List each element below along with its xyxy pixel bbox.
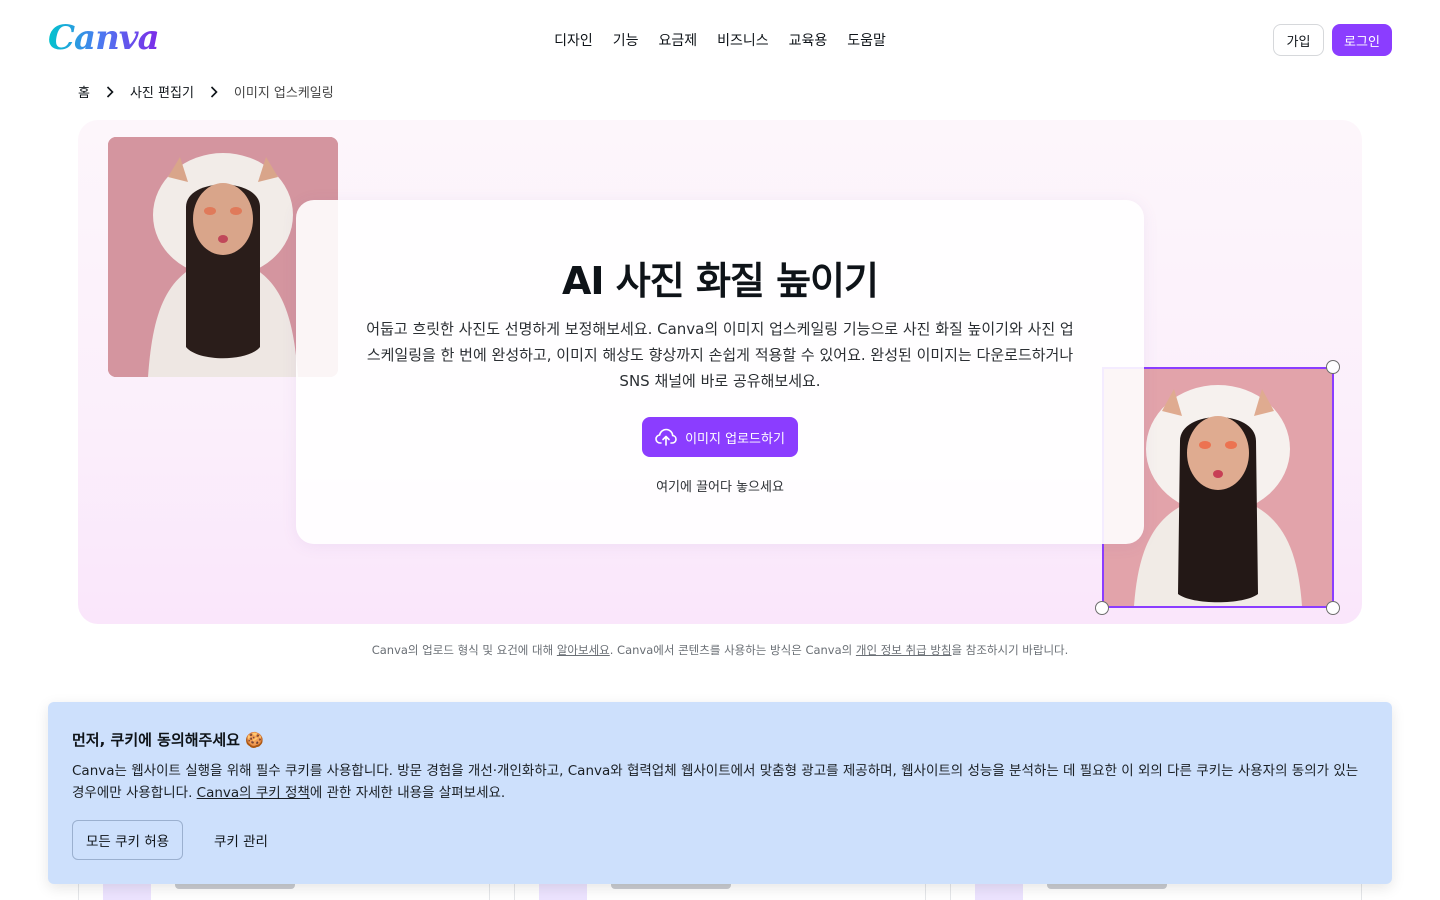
breadcrumb-current: 이미지 업스케일링 (233, 86, 334, 101)
privacy-policy-link[interactable]: 개인 정보 취급 방침 (856, 643, 952, 657)
nav-item-features[interactable]: 기능 (613, 30, 639, 50)
notice-text: Canva의 업로드 형식 및 요건에 대해 (371, 643, 557, 657)
upload-button-label: 이미지 업로드하기 (685, 431, 785, 447)
breadcrumb-home[interactable]: 홈 (78, 82, 90, 101)
resize-handle-bottom-left[interactable] (1095, 601, 1109, 615)
cookie-body: Canva는 웹사이트 실행을 위해 필수 쿠키를 사용합니다. 방문 경험을 … (72, 760, 1372, 804)
drop-zone-text: 여기에 끌어다 놓으세요 (656, 480, 784, 495)
chevron-right-icon (106, 85, 114, 98)
hero-description: 어둡고 흐릿한 사진도 선명하게 보정해보세요. Canva의 이미지 업스케일… (366, 320, 1074, 390)
nav-item-pricing[interactable]: 요금제 (658, 30, 697, 50)
hero-section: AI 사진 화질 높이기 어둡고 흐릿한 사진도 선명하게 보정해보세요. Ca… (78, 120, 1362, 624)
page-title: AI 사진 화질 높이기 (562, 259, 879, 303)
upload-image-button[interactable]: 이미지 업로드하기 (642, 417, 798, 457)
breadcrumb: 홈 사진 편집기 이미지 업스케일링 (78, 82, 334, 101)
main-nav: 디자인 기능 요금제 비즈니스 교육용 도움말 (0, 30, 1440, 50)
site-header: Canva 디자인 기능 요금제 비즈니스 교육용 도움말 가입 로그인 (0, 0, 1440, 80)
nav-item-business[interactable]: 비즈니스 (717, 30, 769, 50)
chevron-right-icon (210, 85, 218, 98)
login-button[interactable]: 로그인 (1332, 24, 1392, 56)
notice-text: . Canva에서 콘텐츠를 사용하는 방식은 Canva의 (609, 643, 856, 657)
cookie-consent-banner: 먼저, 쿠키에 동의해주세요 🍪 Canva는 웹사이트 실행을 위해 필수 쿠… (48, 702, 1392, 884)
manage-cookies-button[interactable]: 쿠키 관리 (204, 820, 278, 860)
learn-more-link[interactable]: 알아보세요 (557, 643, 610, 657)
cookie-title: 먼저, 쿠키에 동의해주세요 🍪 (72, 731, 264, 749)
cookie-policy-link[interactable]: Canva의 쿠키 정책 (197, 785, 310, 801)
resize-handle-top-right[interactable] (1326, 360, 1340, 374)
accept-all-cookies-button[interactable]: 모든 쿠키 허용 (72, 820, 183, 860)
signup-button[interactable]: 가입 (1273, 24, 1324, 56)
breadcrumb-photo-editor[interactable]: 사진 편집기 (130, 82, 194, 101)
cloud-upload-icon (655, 428, 677, 446)
cookie-body-text: 에 관한 자세한 내용을 살펴보세요. (309, 785, 506, 801)
notice-text: 을 참조하시기 바랍니다. (951, 643, 1069, 657)
resize-handle-bottom-right[interactable] (1326, 601, 1340, 615)
upload-card: AI 사진 화질 높이기 어둡고 흐릿한 사진도 선명하게 보정해보세요. Ca… (296, 200, 1144, 544)
nav-item-help[interactable]: 도움말 (847, 30, 886, 50)
upload-notice: Canva의 업로드 형식 및 요건에 대해 알아보세요. Canva에서 콘텐… (0, 642, 1440, 658)
nav-item-education[interactable]: 교육용 (789, 30, 828, 50)
nav-item-design[interactable]: 디자인 (554, 30, 593, 50)
